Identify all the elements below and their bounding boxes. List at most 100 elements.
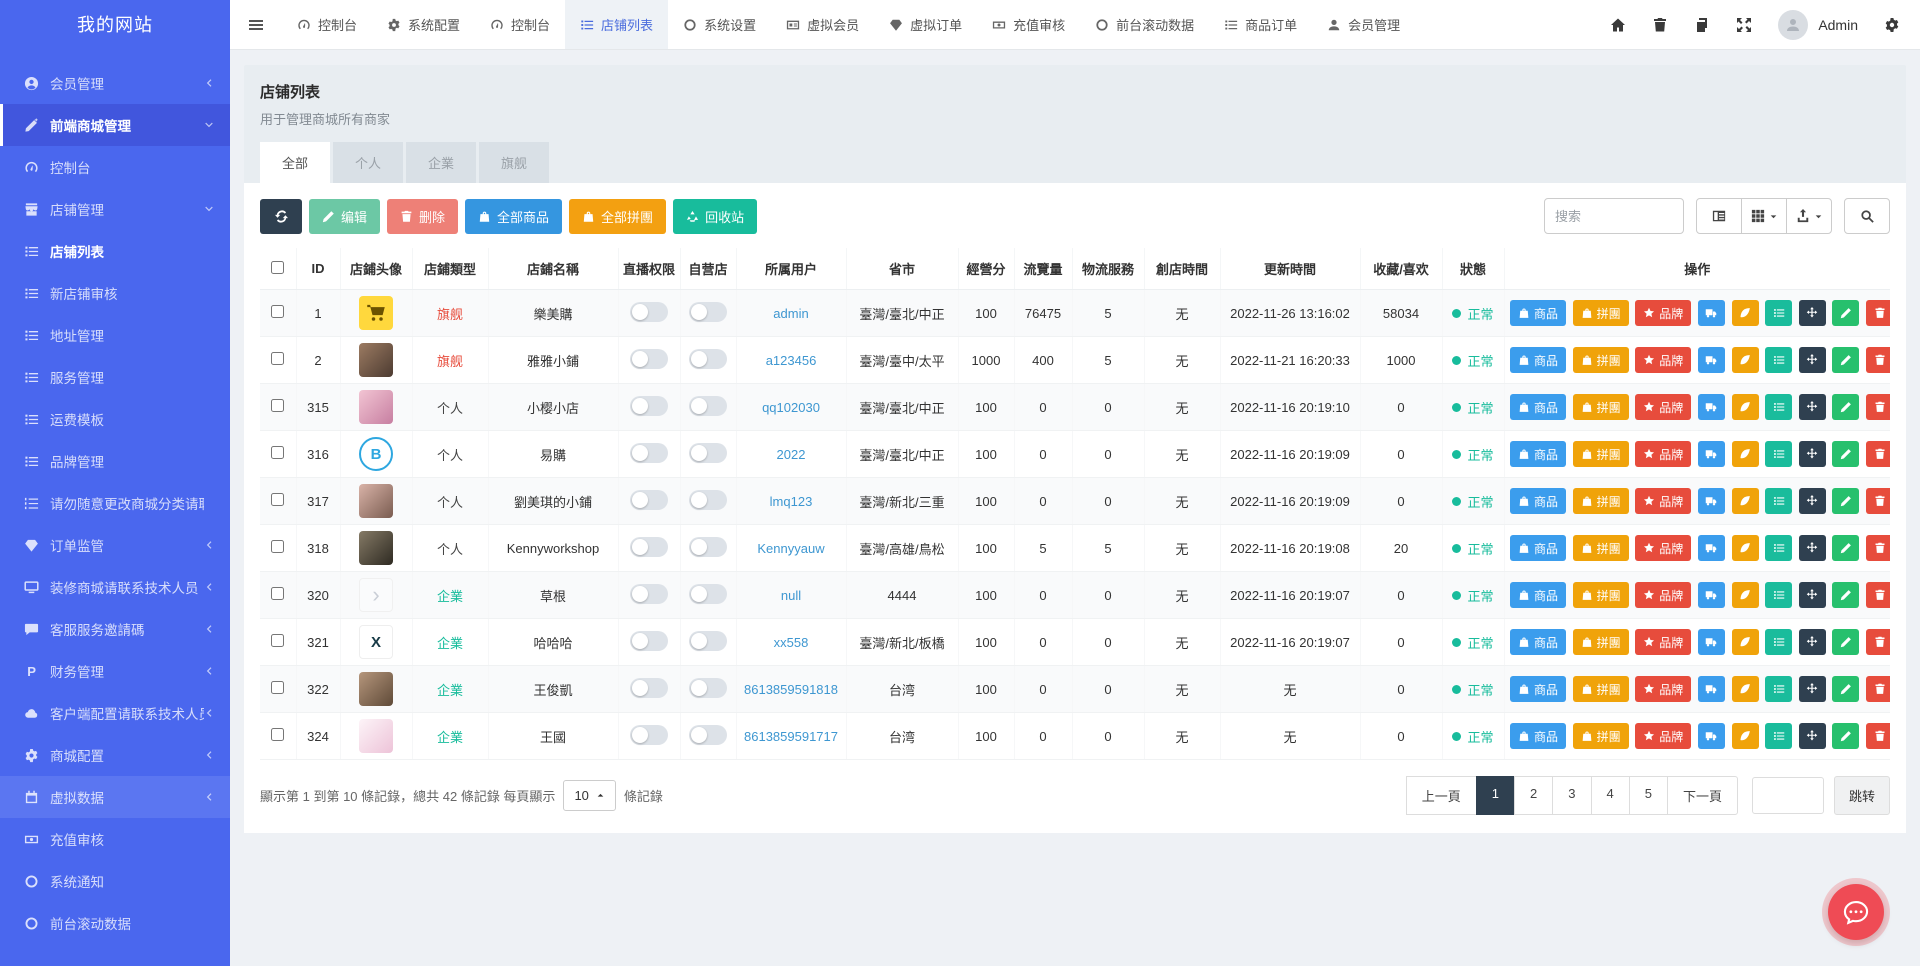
sidebar-item[interactable]: 会员管理 xyxy=(0,62,230,104)
owner-user-link[interactable]: Kennyyauw xyxy=(757,541,824,556)
sidebar-item[interactable]: 客户端配置请联系技术人员 xyxy=(0,692,230,734)
sidebar-item[interactable]: 财务管理 xyxy=(0,650,230,692)
sidebar-item[interactable]: 装修商城请联系技术人员 xyxy=(0,566,230,608)
leaf-button[interactable] xyxy=(1731,441,1759,467)
goods-button[interactable]: 商品 xyxy=(1510,300,1567,326)
user-menu[interactable]: Admin xyxy=(1778,9,1858,40)
edit-row-button[interactable] xyxy=(1832,582,1860,608)
goods-button[interactable]: 商品 xyxy=(1510,441,1567,467)
groupon-button[interactable]: 拼團 xyxy=(1572,582,1629,608)
live-permission-toggle[interactable] xyxy=(630,348,668,369)
delete-row-button[interactable] xyxy=(1866,535,1890,561)
row-checkbox[interactable] xyxy=(271,681,285,694)
goods-button[interactable]: 商品 xyxy=(1510,347,1567,373)
leaf-button[interactable] xyxy=(1731,676,1759,702)
detail-list-button[interactable] xyxy=(1765,629,1793,655)
search-input[interactable] xyxy=(1544,198,1684,234)
sidebar-item[interactable]: 控制台 xyxy=(0,146,230,188)
goods-button[interactable]: 商品 xyxy=(1510,723,1567,749)
owner-user-link[interactable]: qq102030 xyxy=(762,400,820,415)
leaf-button[interactable] xyxy=(1731,723,1759,749)
goods-button[interactable]: 商品 xyxy=(1510,582,1567,608)
detail-list-button[interactable] xyxy=(1765,582,1793,608)
delete-row-button[interactable] xyxy=(1866,441,1890,467)
page-button[interactable]: 1 xyxy=(1475,776,1516,815)
filter-tab[interactable]: 旗舰 xyxy=(479,142,550,183)
self-operated-toggle[interactable] xyxy=(689,724,727,745)
leaf-button[interactable] xyxy=(1731,582,1759,608)
sidebar-item[interactable]: 请勿随意更改商城分类请联系技术 xyxy=(0,482,230,524)
self-operated-toggle[interactable] xyxy=(689,348,727,369)
move-button[interactable] xyxy=(1798,441,1826,467)
live-permission-toggle[interactable] xyxy=(630,489,668,510)
delete-row-button[interactable] xyxy=(1866,582,1890,608)
move-button[interactable] xyxy=(1798,676,1826,702)
groupon-button[interactable]: 拼團 xyxy=(1572,723,1629,749)
row-checkbox[interactable] xyxy=(271,728,285,741)
sidebar-item[interactable]: 地址管理 xyxy=(0,314,230,356)
nav-tab[interactable]: 商品订单 xyxy=(1209,0,1312,49)
move-button[interactable] xyxy=(1798,488,1826,514)
clear-cache-icon[interactable] xyxy=(1694,17,1710,33)
edit-row-button[interactable] xyxy=(1832,488,1860,514)
leaf-button[interactable] xyxy=(1731,535,1759,561)
delete-row-button[interactable] xyxy=(1866,300,1890,326)
live-permission-toggle[interactable] xyxy=(630,677,668,698)
brand-button[interactable]: 品牌 xyxy=(1635,582,1692,608)
detail-list-button[interactable] xyxy=(1765,723,1793,749)
page-size-select[interactable]: 10 xyxy=(563,780,616,811)
detail-list-button[interactable] xyxy=(1765,394,1793,420)
move-button[interactable] xyxy=(1798,300,1826,326)
goods-button[interactable]: 商品 xyxy=(1510,676,1567,702)
groupon-button[interactable]: 拼團 xyxy=(1572,300,1629,326)
edit-row-button[interactable] xyxy=(1832,723,1860,749)
sidebar-item[interactable]: 店铺列表 xyxy=(0,230,230,272)
goods-button[interactable]: 商品 xyxy=(1510,488,1567,514)
owner-user-link[interactable]: admin xyxy=(773,306,808,321)
logistics-button[interactable] xyxy=(1697,300,1725,326)
sidebar-item[interactable]: 新店铺审核 xyxy=(0,272,230,314)
edit-row-button[interactable] xyxy=(1832,676,1860,702)
brand-button[interactable]: 品牌 xyxy=(1635,394,1692,420)
goods-button[interactable]: 商品 xyxy=(1510,394,1567,420)
sidebar-item[interactable]: 品牌管理 xyxy=(0,440,230,482)
all-groupon-button[interactable]: 全部拼團 xyxy=(569,198,667,234)
leaf-button[interactable] xyxy=(1731,347,1759,373)
delete-row-button[interactable] xyxy=(1866,488,1890,514)
row-checkbox[interactable] xyxy=(271,446,285,459)
sidebar-item[interactable]: 充值审核 xyxy=(0,818,230,860)
all-goods-button[interactable]: 全部商品 xyxy=(465,198,563,234)
edit-row-button[interactable] xyxy=(1832,347,1860,373)
brand-button[interactable]: 品牌 xyxy=(1635,535,1692,561)
brand-button[interactable]: 品牌 xyxy=(1635,676,1692,702)
groupon-button[interactable]: 拼團 xyxy=(1572,535,1629,561)
leaf-button[interactable] xyxy=(1731,488,1759,514)
row-checkbox[interactable] xyxy=(271,352,285,365)
delete-button[interactable]: 删除 xyxy=(387,198,459,234)
refresh-button[interactable] xyxy=(260,198,302,234)
sidebar-item[interactable]: 店铺管理 xyxy=(0,188,230,230)
sidebar-item[interactable]: 客服服务邀請碼 xyxy=(0,608,230,650)
leaf-button[interactable] xyxy=(1731,394,1759,420)
search-button[interactable] xyxy=(1844,198,1890,234)
logistics-button[interactable] xyxy=(1697,629,1725,655)
self-operated-toggle[interactable] xyxy=(689,630,727,651)
leaf-button[interactable] xyxy=(1731,300,1759,326)
owner-user-link[interactable]: 8613859591717 xyxy=(744,729,838,744)
jump-page-input[interactable] xyxy=(1751,777,1824,814)
detail-list-button[interactable] xyxy=(1765,300,1793,326)
groupon-button[interactable]: 拼團 xyxy=(1572,488,1629,514)
filter-tab[interactable]: 企業 xyxy=(406,142,477,183)
delete-row-button[interactable] xyxy=(1866,676,1890,702)
logistics-button[interactable] xyxy=(1697,582,1725,608)
move-button[interactable] xyxy=(1798,535,1826,561)
detail-list-button[interactable] xyxy=(1765,676,1793,702)
logistics-button[interactable] xyxy=(1697,394,1725,420)
delete-row-button[interactable] xyxy=(1866,394,1890,420)
owner-user-link[interactable]: 8613859591818 xyxy=(744,682,838,697)
detail-list-button[interactable] xyxy=(1765,488,1793,514)
nav-tab[interactable]: 虚拟会员 xyxy=(771,0,874,49)
filter-tab[interactable]: 全部 xyxy=(260,142,331,183)
logistics-button[interactable] xyxy=(1697,676,1725,702)
nav-tab[interactable]: 前台滚动数据 xyxy=(1080,0,1209,49)
